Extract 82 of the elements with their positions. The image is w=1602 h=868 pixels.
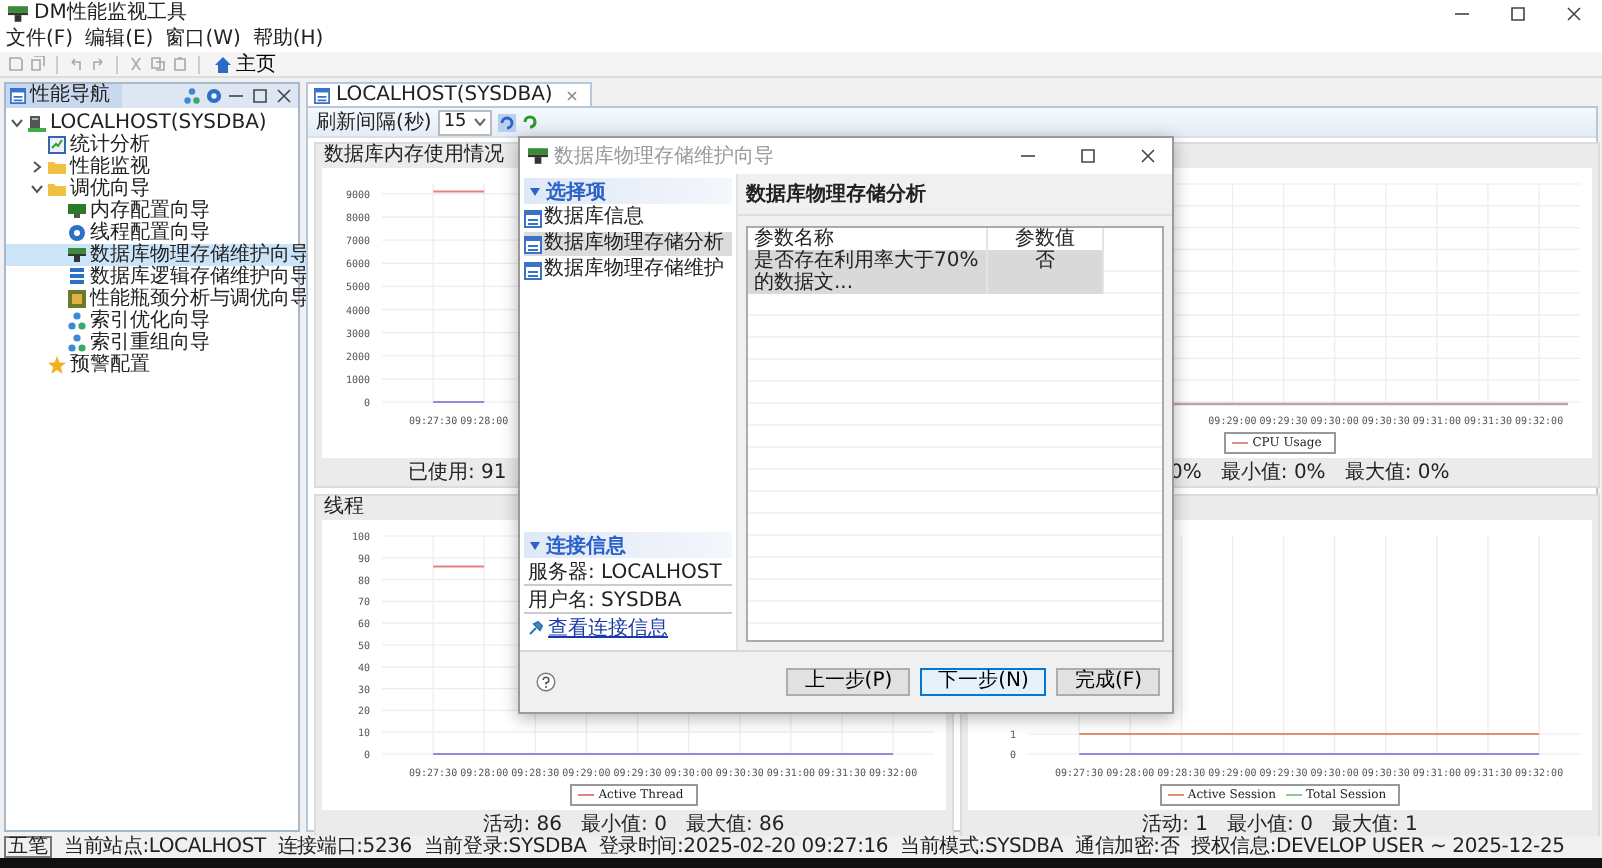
series-line (432, 190, 486, 193)
menu-item[interactable]: 文件(F) (6, 28, 74, 52)
home-button[interactable]: 主页 (210, 52, 280, 76)
page-icon (524, 209, 542, 227)
stack-icon (68, 268, 86, 286)
status-text: 通信加密:否 (1074, 836, 1180, 858)
window-title: DM性能监视工具 (34, 2, 187, 26)
chevron-right-icon[interactable] (30, 160, 44, 174)
refresh-icon[interactable] (522, 114, 539, 130)
refresh-interval-label: 刷新间隔(秒) (316, 109, 432, 136)
status-text: 当前登录:SYSDBA (423, 836, 587, 858)
page-icon (524, 235, 542, 253)
close-icon[interactable] (1140, 148, 1156, 164)
caret-icon (474, 118, 487, 126)
interval-dropdown[interactable]: 15 (437, 109, 493, 135)
section-header[interactable]: 选择项 (524, 178, 732, 204)
step-item[interactable]: 数据库物理存储维护 (524, 258, 732, 282)
home-icon (214, 55, 232, 73)
refresh-icon[interactable] (498, 113, 517, 131)
grid-icon (68, 290, 86, 308)
dialog-title: 数据库物理存储维护向导 (554, 143, 774, 170)
star-icon (48, 356, 66, 374)
panel-title: 线程 (324, 496, 364, 518)
wizard-button[interactable]: 完成(F) (1056, 668, 1160, 696)
series-line (432, 565, 486, 568)
step-item[interactable]: 数据库物理存储分析 (524, 232, 732, 256)
tree-item[interactable]: 调优向导 (6, 178, 154, 200)
panel-title: 数据库内存使用情况 (324, 144, 504, 166)
close-icon[interactable] (276, 88, 292, 104)
stats-text: 已使用: 91 (408, 460, 507, 486)
status-text: 授权信息:DEVELOP USER ~ 2025-12-25 (1191, 836, 1565, 858)
stats-text: 活动: 86 最小值: 0 最大值: 86 (483, 811, 785, 836)
connection-info: 用户名: SYSDBA (528, 587, 682, 613)
monitor-icon (68, 202, 86, 220)
page-icon (524, 261, 542, 279)
wizard-button[interactable]: 上一步(P) (786, 668, 911, 696)
hierarchy-icon (68, 312, 86, 330)
table-row[interactable]: 是否存在利用率大于70%的数据文... 否 (748, 250, 1162, 294)
chevron-down-icon[interactable] (30, 182, 44, 196)
triangle-icon (530, 541, 540, 549)
server-icon (28, 114, 46, 132)
series-line (432, 401, 486, 403)
menu-item[interactable]: 编辑(E) (85, 28, 154, 52)
status-text: 连接端口:5236 (277, 836, 412, 858)
gear-icon (68, 224, 86, 242)
status-text: 当前模式:SYSDBA (900, 836, 1063, 858)
triangle-icon (530, 187, 540, 195)
toolbox-icon (68, 246, 86, 264)
tree-item[interactable]: LOCALHOST(SYSDBA) (6, 112, 271, 134)
tree-item[interactable]: 统计分析 (6, 134, 154, 156)
view-tab[interactable]: 性能导航 (6, 84, 122, 108)
chart-icon (48, 136, 66, 154)
tree-item[interactable]: 性能监视 (6, 156, 154, 178)
status-text: 登录时间:2025-02-20 09:27:16 (598, 836, 889, 858)
table-cell: 是否存在利用率大于70%的数据文... (748, 250, 988, 294)
status-text: 当前站点:LOCALHOST (64, 836, 266, 858)
hierarchy-icon (68, 334, 86, 352)
maximize-icon[interactable] (1080, 148, 1096, 164)
connection-link[interactable]: 查看连接信息 (548, 614, 668, 642)
maximize-icon[interactable] (252, 88, 268, 104)
help-icon[interactable] (536, 672, 556, 692)
tree-item[interactable]: 索引优化向导 (6, 310, 214, 332)
tree-item[interactable]: 索引重组向导 (6, 332, 214, 354)
editor-tab[interactable]: LOCALHOST(SYSDBA) (306, 82, 593, 106)
page-icon (10, 88, 26, 104)
tree-item[interactable]: 预警配置 (6, 354, 154, 376)
wizard-button[interactable]: 下一步(N) (920, 668, 1047, 696)
maximize-icon[interactable] (1510, 6, 1526, 22)
step-item[interactable]: 数据库信息 (524, 206, 732, 230)
menu-item[interactable]: 帮助(H) (252, 28, 324, 52)
chevron-down-icon[interactable] (10, 116, 24, 130)
tree-item[interactable]: 线程配置向导 (6, 222, 214, 244)
section-header[interactable]: 连接信息 (524, 532, 732, 558)
wizard-icon (528, 146, 548, 166)
tree-item[interactable]: 内存配置向导 (6, 200, 214, 222)
connection-info: 服务器: LOCALHOST (528, 559, 722, 585)
page-title: 数据库物理存储分析 (746, 180, 926, 208)
menu-item[interactable]: 窗口(W) (165, 28, 241, 52)
app-icon (8, 4, 28, 24)
stats-text: 活动: 1 最小值: 0 最大值: 1 (1142, 811, 1418, 836)
close-icon[interactable] (1566, 6, 1582, 22)
table-cell: 否 (988, 250, 1104, 294)
